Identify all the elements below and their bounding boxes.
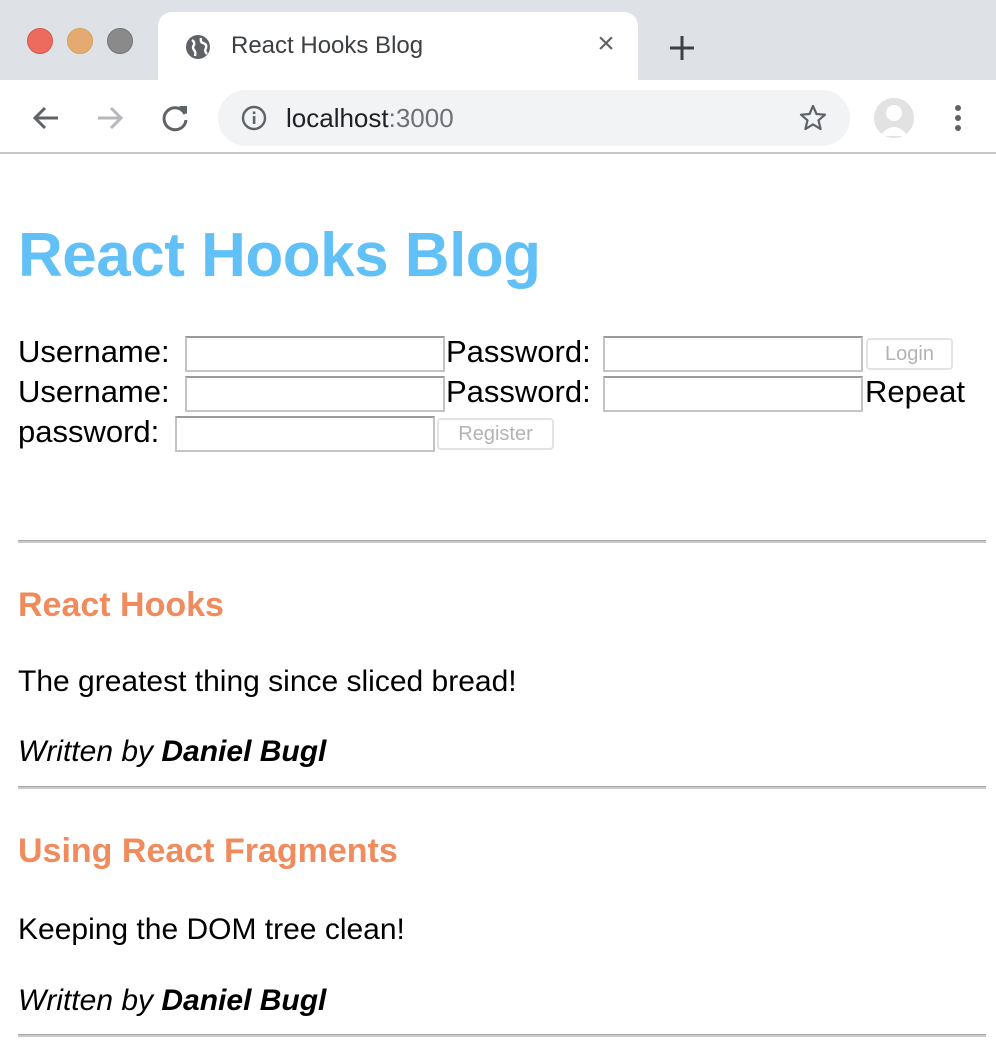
window-close-button[interactable] [27, 28, 53, 54]
profile-icon[interactable] [874, 98, 914, 138]
divider [18, 540, 986, 543]
login-password-input[interactable] [603, 336, 863, 372]
address-bar[interactable]: localhost:3000 [218, 90, 850, 146]
repeat-password-input[interactable] [175, 416, 435, 452]
post-byline: Written by Daniel Bugl [18, 735, 326, 769]
register-username-input[interactable] [185, 376, 445, 412]
repeat-password-label-line1: Repeat [865, 374, 965, 409]
login-button[interactable]: Login [866, 338, 953, 370]
profile-avatar-icon [874, 98, 914, 138]
address-url: localhost:3000 [286, 103, 454, 134]
post-content: Keeping the DOM tree clean! [18, 913, 405, 946]
browser-tab-active[interactable]: React Hooks Blog × [158, 12, 638, 82]
reload-icon[interactable] [157, 100, 193, 136]
close-tab-icon[interactable]: × [592, 29, 620, 59]
post-byline: Written by Daniel Bugl [18, 984, 326, 1018]
globe-icon [186, 35, 210, 59]
register-button[interactable]: Register [437, 418, 554, 450]
divider [18, 1034, 986, 1037]
page-title: React Hooks Blog [18, 221, 541, 290]
post-content: The greatest thing since sliced bread! [18, 665, 517, 698]
byline-prefix: Written by [18, 735, 162, 768]
star-icon[interactable] [798, 103, 828, 133]
url-port: :3000 [388, 103, 454, 133]
repeat-password-label-line2: password: [18, 414, 160, 449]
browser-toolbar: localhost:3000 [0, 80, 996, 154]
page-content: React Hooks Blog Username: Password: Log… [0, 156, 996, 1064]
window-minimize-button[interactable] [67, 28, 93, 54]
new-tab-icon[interactable] [664, 30, 700, 66]
register-username-label: Username: [18, 374, 170, 409]
login-username-label: Username: [18, 334, 170, 369]
post-title: React Hooks [18, 586, 224, 624]
login-username-input[interactable] [185, 336, 445, 372]
info-icon[interactable] [240, 104, 268, 132]
register-password-input[interactable] [603, 376, 863, 412]
forward-arrow-icon[interactable] [92, 100, 128, 136]
post-author: Daniel Bugl [161, 735, 327, 768]
login-password-label: Password: [446, 334, 591, 369]
back-arrow-icon[interactable] [28, 100, 64, 136]
register-password-label: Password: [446, 374, 591, 409]
browser-tab-strip: React Hooks Blog × [0, 0, 996, 82]
divider [18, 786, 986, 789]
window-maximize-button[interactable] [107, 28, 133, 54]
byline-prefix: Written by [18, 984, 162, 1017]
post-title: Using React Fragments [18, 832, 398, 870]
kebab-menu-icon[interactable] [944, 100, 972, 136]
url-host: localhost [286, 103, 389, 133]
tab-title: React Hooks Blog [231, 32, 424, 59]
post-author: Daniel Bugl [161, 984, 327, 1017]
